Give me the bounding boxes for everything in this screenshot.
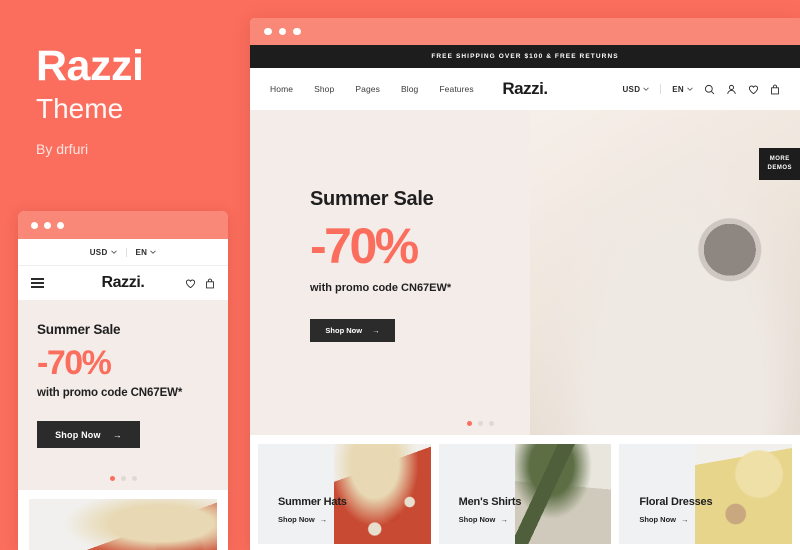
hero-promo: with promo code CN67EW*	[310, 282, 452, 294]
mobile-slider-dot-1[interactable]	[109, 476, 115, 481]
mobile-shop-now-button[interactable]: Shop Now →	[37, 421, 140, 448]
chevron-down-icon	[110, 250, 117, 254]
window-maximize-dot-icon[interactable]	[57, 221, 64, 229]
mobile-header: Razzi.	[18, 266, 228, 300]
hero-heading: Summer Sale	[310, 188, 434, 210]
mobile-preview: USD EN Razzi. Summer Sale -70% with prom…	[18, 211, 228, 550]
category-title: Summer Hats	[278, 496, 347, 508]
mobile-category-card[interactable]	[29, 499, 217, 550]
mobile-language-selector[interactable]: EN	[136, 248, 157, 257]
more-demos-tab[interactable]: MORE DEMOS	[759, 148, 800, 180]
currency-selector[interactable]: USD	[622, 84, 650, 94]
arrow-right-icon: →	[681, 515, 689, 524]
mobile-hero-slider: Summer Sale -70% with promo code CN67EW*…	[18, 300, 228, 490]
desktop-header: Home Shop Pages Blog Features Razzi. USD…	[250, 68, 800, 110]
search-icon[interactable]	[704, 84, 715, 95]
category-image-summer-hats	[333, 444, 431, 544]
brand-author: By drfuri	[36, 141, 89, 158]
category-shop-now-label: Shop Now	[639, 515, 677, 524]
nav-item-pages[interactable]: Pages	[355, 84, 380, 94]
category-card-mens-shirts[interactable]: Men's Shirts Shop Now →	[438, 444, 612, 544]
cart-icon[interactable]	[205, 278, 215, 289]
mobile-hero-promo: with promo code CN67EW*	[37, 387, 183, 399]
window-minimize-dot-icon[interactable]	[44, 221, 51, 229]
window-minimize-dot-icon[interactable]	[278, 27, 286, 36]
hero-slider-dot-2[interactable]	[477, 421, 483, 426]
category-strip: Summer Hats Shop Now → Men's Shirts Shop…	[250, 435, 800, 544]
mobile-slider-dot-2[interactable]	[120, 476, 126, 481]
desktop-preview: FREE SHIPPING OVER $100 & FREE RETURNS H…	[250, 18, 800, 550]
hero-content: Summer Sale -70% with promo code CN67EW*…	[310, 188, 451, 342]
mobile-slider-dots	[18, 476, 228, 481]
category-shop-now-label: Shop Now	[458, 515, 496, 524]
wishlist-icon[interactable]	[748, 84, 759, 95]
account-icon[interactable]	[726, 84, 737, 95]
cart-icon[interactable]	[770, 84, 780, 95]
mobile-hero-discount: -70%	[37, 344, 112, 382]
hero-slider-dots	[250, 421, 710, 426]
mobile-shop-now-label: Shop Now	[55, 429, 101, 440]
nav-item-blog[interactable]: Blog	[401, 84, 418, 94]
shop-now-label: Shop Now	[325, 326, 363, 335]
header-utilities: USD EN	[622, 84, 780, 95]
category-card-floral-dresses[interactable]: Floral Dresses Shop Now →	[619, 444, 793, 544]
wishlist-icon[interactable]	[185, 278, 196, 289]
category-title: Men's Shirts	[458, 496, 522, 508]
window-maximize-dot-icon[interactable]	[293, 27, 301, 36]
chevron-down-icon	[643, 87, 650, 91]
hero-discount: -70%	[310, 218, 419, 274]
mobile-utility-divider	[125, 247, 127, 257]
more-demos-line1: MORE	[769, 156, 790, 162]
language-selector[interactable]: EN	[672, 85, 693, 94]
shop-now-button[interactable]: Shop Now →	[310, 319, 395, 342]
more-demos-line2: DEMOS	[767, 165, 792, 171]
mobile-language-label: EN	[135, 247, 148, 257]
floral-dresses-photo	[695, 444, 793, 544]
nav-item-features[interactable]: Features	[439, 84, 473, 94]
mobile-utility-bar: USD EN	[18, 239, 228, 266]
nav-item-shop[interactable]: Shop	[314, 84, 334, 94]
window-close-dot-icon[interactable]	[264, 27, 272, 36]
chevron-down-icon	[150, 250, 157, 254]
category-shop-now[interactable]: Shop Now →	[459, 515, 522, 524]
currency-label: USD	[622, 84, 641, 94]
utility-divider	[660, 84, 662, 94]
chevron-down-icon	[687, 87, 693, 91]
language-label: EN	[672, 84, 684, 94]
category-image-floral-dresses	[695, 444, 793, 544]
mens-shirts-photo	[514, 444, 612, 544]
arrow-right-icon: →	[500, 515, 508, 524]
hero-slider-dot-1[interactable]	[466, 421, 472, 426]
mobile-currency-selector[interactable]: USD	[90, 248, 117, 257]
brand-subtitle: Theme	[36, 93, 124, 125]
category-shop-now-label: Shop Now	[278, 515, 315, 524]
nav-item-home[interactable]: Home	[270, 84, 293, 94]
hero-slider-dot-3[interactable]	[488, 421, 494, 426]
arrow-right-icon: →	[112, 429, 122, 440]
summer-hats-photo	[333, 444, 431, 544]
mobile-currency-label: USD	[89, 247, 108, 257]
brand-title: Razzi	[36, 42, 144, 90]
arrow-right-icon: →	[319, 515, 328, 524]
announcement-bar: FREE SHIPPING OVER $100 & FREE RETURNS	[250, 45, 800, 68]
category-shop-now[interactable]: Shop Now →	[278, 515, 347, 524]
arrow-right-icon: →	[372, 326, 380, 335]
category-image-mens-shirts	[514, 444, 612, 544]
hero-slider: Summer Sale -70% with promo code CN67EW*…	[250, 110, 800, 435]
category-title: Floral Dresses	[639, 496, 713, 508]
mobile-hero-heading: Summer Sale	[37, 322, 121, 337]
mobile-browser-chrome	[18, 211, 228, 239]
main-navigation: Home Shop Pages Blog Features	[270, 84, 474, 94]
mobile-category-image	[29, 499, 217, 550]
desktop-browser-chrome	[250, 18, 800, 45]
window-close-dot-icon[interactable]	[31, 221, 38, 229]
category-shop-now[interactable]: Shop Now →	[639, 515, 712, 524]
category-card-summer-hats[interactable]: Summer Hats Shop Now →	[258, 444, 431, 544]
mobile-slider-dot-3[interactable]	[131, 476, 137, 481]
